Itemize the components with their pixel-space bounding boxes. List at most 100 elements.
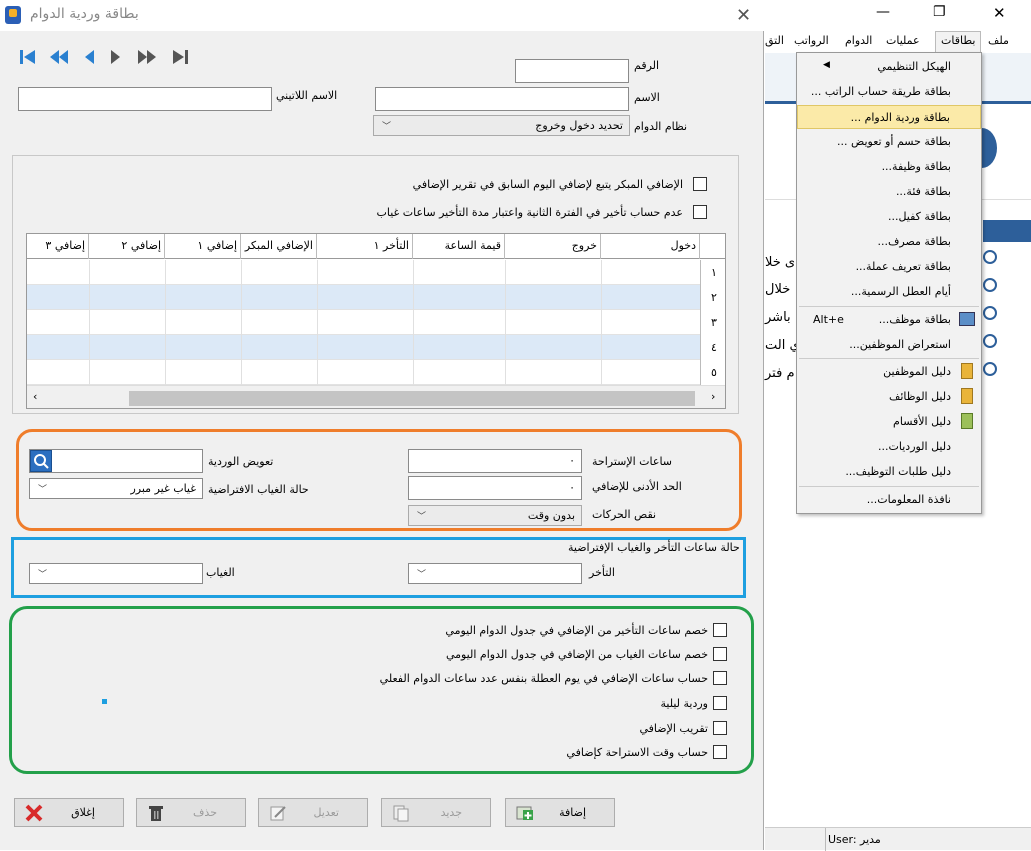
menu-item-browse-employees[interactable]: استعراض الموظفين... — [797, 333, 981, 357]
menu-item-label: دليل الوظائف — [888, 390, 951, 403]
menu-item-info-window[interactable]: نافذة المعلومات... — [797, 488, 981, 512]
movement-lack-select[interactable]: بدون وقت ﹀ — [408, 505, 582, 526]
system-label: نظام الدوام — [634, 120, 688, 133]
menu-item-deduction[interactable]: بطاقة حسم أو تعويض ... — [797, 130, 981, 154]
min-overtime-label: الحد الأدنى للإضافي — [592, 480, 682, 493]
col-hour-value[interactable]: قيمة الساعة — [413, 234, 505, 259]
main-close-icon[interactable]: ✕ — [993, 4, 1006, 22]
menu-item-holidays[interactable]: أيام العطل الرسمية... — [797, 280, 981, 304]
night-shift-checkbox[interactable] — [713, 696, 727, 710]
rest-as-overtime-checkbox[interactable] — [713, 745, 727, 759]
system-select[interactable]: تحديد دخول وخروج ﹀ — [373, 115, 630, 136]
col-early-overtime[interactable]: الإضافي المبكر — [241, 234, 317, 259]
edit-icon — [270, 806, 286, 821]
search-icon[interactable] — [983, 334, 997, 348]
round-overtime-checkbox[interactable] — [713, 721, 727, 735]
close-red-icon — [25, 804, 43, 822]
deduct-late-checkbox[interactable] — [713, 623, 727, 637]
new-button[interactable]: جديد — [381, 798, 491, 827]
menu-item-label: نافذة المعلومات... — [866, 493, 951, 506]
default-absence-value: غياب غير مبرر — [130, 482, 196, 495]
search-icon[interactable] — [983, 362, 997, 376]
menu-separator — [799, 358, 979, 359]
book-icon — [961, 413, 973, 429]
late-select[interactable]: ﹀ — [408, 563, 582, 584]
menu-item-employee-card[interactable]: بطاقة موظف... Alt+e — [797, 308, 981, 332]
menu-item-org-structure[interactable]: الهيكل التنظيمي ◀ — [797, 55, 981, 79]
holiday-overtime-checkbox[interactable] — [713, 671, 727, 685]
menu-item-salary-method[interactable]: بطاقة طريقة حساب الراتب ... — [797, 80, 981, 104]
scroll-left-icon[interactable]: ‹ — [33, 390, 37, 403]
intervals-grid[interactable]: إضافي ٣ إضافي ٢ إضافي ١ الإضافي المبكر ا… — [26, 233, 726, 409]
menu-attendance[interactable]: الدوام — [845, 34, 872, 47]
search-icon[interactable] — [983, 278, 997, 292]
menu-item-shifts-guide[interactable]: دليل الورديات... — [797, 435, 981, 459]
menu-item-departments-guide[interactable]: دليل الأقسام — [797, 410, 981, 434]
menu-reports[interactable]: التق — [765, 34, 784, 47]
new-label: جديد — [440, 806, 462, 819]
menu-item-jobs-guide[interactable]: دليل الوظائف — [797, 385, 981, 409]
close-button[interactable]: إغلاق — [14, 798, 124, 827]
menu-item-job[interactable]: بطاقة وظيفة... — [797, 155, 981, 179]
horizontal-scrollbar[interactable]: ‹ › — [27, 385, 725, 408]
add-button[interactable]: إضافة — [505, 798, 615, 827]
col-entry[interactable]: دخول — [601, 234, 700, 259]
next-page-icon[interactable] — [136, 47, 158, 72]
chevron-down-icon: ﹀ — [38, 570, 48, 580]
scrollbar-thumb[interactable] — [129, 391, 695, 406]
row-number: ٣ — [700, 310, 725, 335]
table-row[interactable]: ٥ — [27, 360, 725, 385]
menu-separator — [799, 306, 979, 307]
maximize-icon[interactable]: ❐ — [933, 4, 946, 20]
table-row[interactable]: ٢ — [27, 285, 725, 310]
col-late-1[interactable]: التأخر ١ — [317, 234, 413, 259]
delete-button[interactable]: حذف — [136, 798, 246, 827]
menu-item-bank[interactable]: بطاقة مصرف... — [797, 230, 981, 254]
min-overtime-input[interactable]: ٠ — [408, 476, 582, 500]
menu-cards[interactable]: بطاقات — [935, 31, 982, 53]
menu-item-sponsor[interactable]: بطاقة كفيل... — [797, 205, 981, 229]
table-row[interactable]: ٤ — [27, 335, 725, 360]
deduct-absence-checkbox[interactable] — [713, 647, 727, 661]
menu-item-category[interactable]: بطاقة فئة... — [797, 180, 981, 204]
prev-record-icon[interactable] — [82, 47, 96, 72]
table-row[interactable]: ٣ — [27, 310, 725, 335]
col-overtime-3[interactable]: إضافي ٣ — [27, 234, 89, 259]
rest-hours-input[interactable]: ٠ — [408, 449, 582, 473]
chevron-down-icon: ﹀ — [382, 122, 392, 132]
menu-item-shift-card[interactable]: بطاقة وردية الدوام ... — [797, 105, 981, 129]
menu-item-job-requests-guide[interactable]: دليل طلبات التوظيف... — [797, 460, 981, 484]
col-overtime-1[interactable]: إضافي ١ — [165, 234, 241, 259]
next-record-icon[interactable] — [108, 47, 122, 72]
first-record-icon[interactable] — [18, 47, 38, 72]
col-overtime-2[interactable]: إضافي ٢ — [89, 234, 165, 259]
menu-item-employees-guide[interactable]: دليل الموظفين — [797, 360, 981, 384]
last-record-icon[interactable] — [170, 47, 190, 72]
menu-salaries[interactable]: الرواتب — [794, 34, 829, 47]
no-late-second-checkbox[interactable] — [693, 205, 707, 219]
edit-button[interactable]: تعديل — [258, 798, 368, 827]
user-value: مدير — [860, 833, 881, 846]
absence-select[interactable]: ﹀ — [29, 563, 203, 584]
search-icon[interactable] — [983, 306, 997, 320]
latin-name-input[interactable] — [18, 87, 272, 111]
menu-file[interactable]: ملف — [988, 34, 1009, 47]
search-icon[interactable] — [30, 450, 52, 472]
scroll-right-icon[interactable]: › — [711, 390, 715, 403]
menu-item-label: بطاقة كفيل... — [887, 210, 951, 223]
submenu-arrow-icon: ◀ — [823, 60, 830, 70]
rest-hours-label: ساعات الإستراحة — [592, 455, 673, 468]
default-absence-select[interactable]: غياب غير مبرر ﹀ — [29, 478, 203, 499]
minimize-icon[interactable]: — — [876, 4, 890, 20]
menu-item-currency[interactable]: بطاقة تعريف عملة... — [797, 255, 981, 279]
menu-operations[interactable]: عمليات — [886, 34, 920, 47]
table-row[interactable]: ١ — [27, 260, 725, 285]
number-input[interactable] — [515, 59, 629, 83]
prev-page-icon[interactable] — [48, 47, 70, 72]
name-input[interactable] — [375, 87, 629, 111]
early-overtime-checkbox[interactable] — [693, 177, 707, 191]
col-exit[interactable]: خروج — [505, 234, 601, 259]
shift-comp-input[interactable] — [29, 449, 203, 473]
search-icon[interactable] — [983, 250, 997, 264]
close-icon[interactable]: ✕ — [736, 5, 751, 26]
